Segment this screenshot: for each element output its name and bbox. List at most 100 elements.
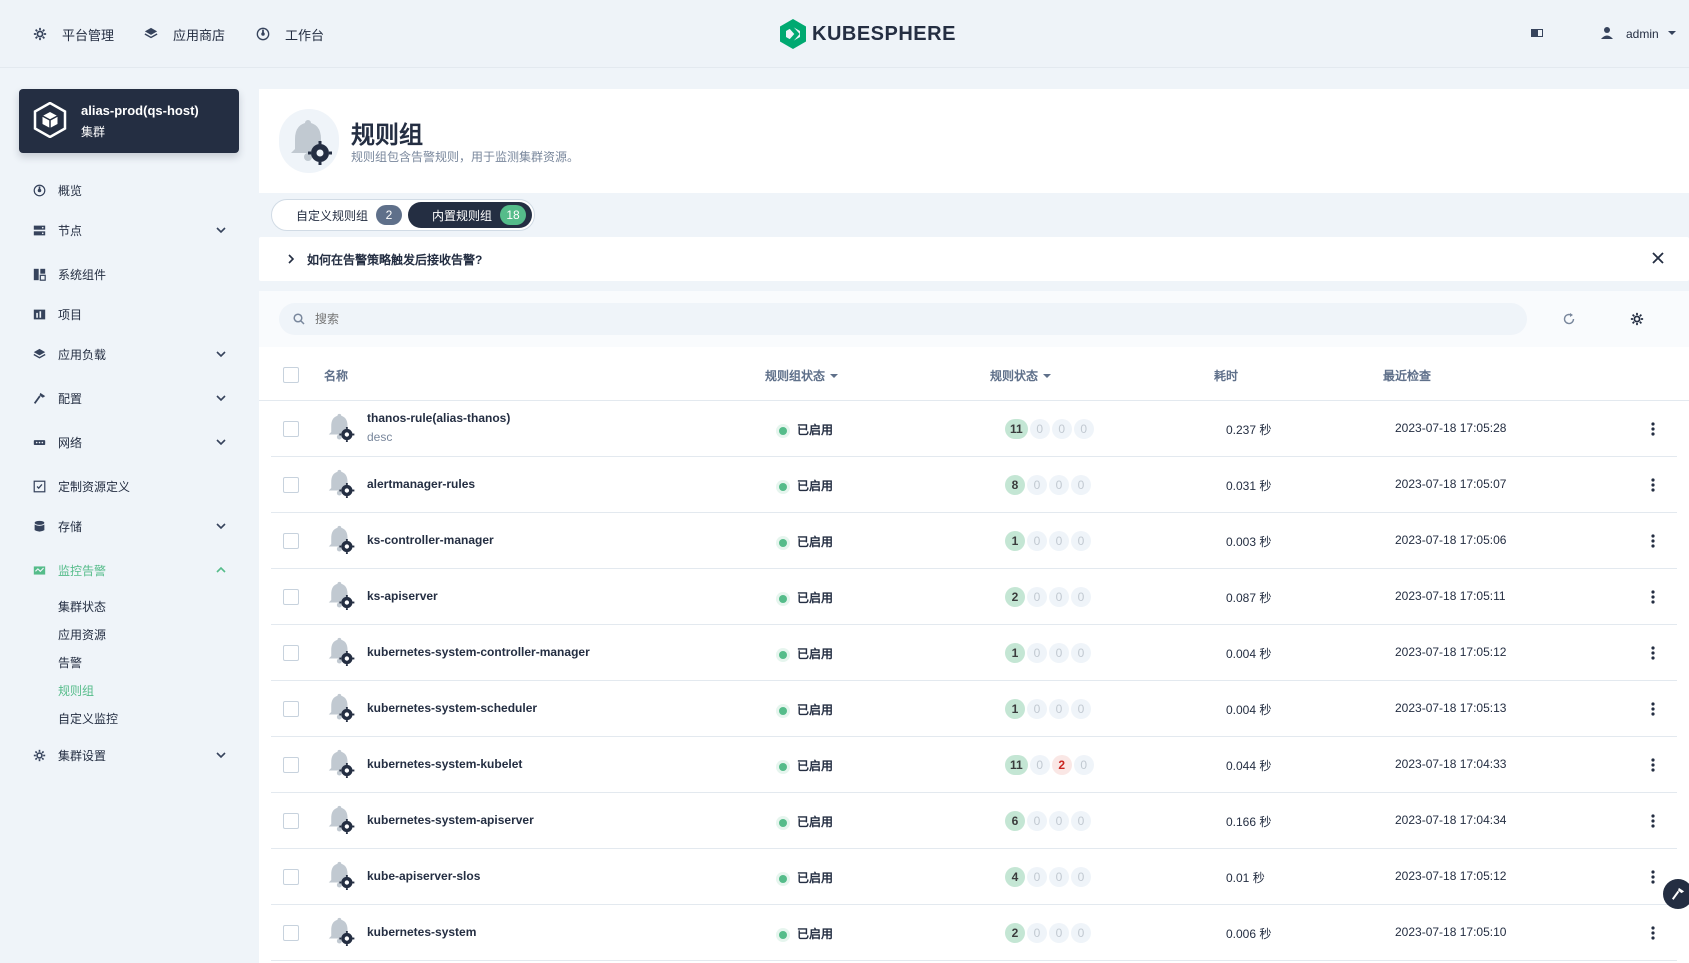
nav-platform[interactable]: 平台管理	[32, 0, 114, 68]
rule-group-name[interactable]: thanos-rule(alias-thanos)	[367, 411, 510, 425]
refresh-button[interactable]	[1559, 309, 1579, 329]
rule-group-name[interactable]: kubernetes-system	[367, 925, 476, 939]
sidebar-item-storage[interactable]: 存储	[32, 515, 228, 537]
more-actions-button[interactable]	[1643, 923, 1663, 943]
table-row[interactable]: kubernetes-system-scheduler 已启用 1000 0.0…	[271, 681, 1677, 737]
more-actions-button[interactable]	[1643, 699, 1663, 719]
last-check: 2023-07-18 17:04:33	[1395, 757, 1507, 771]
kubesphere-logo-icon	[780, 19, 806, 49]
sidebar-item-components[interactable]: 系统组件	[32, 263, 228, 285]
toolbox-button[interactable]	[1663, 879, 1689, 909]
rule-group-name[interactable]: kubernetes-system-apiserver	[367, 813, 534, 827]
row-checkbox[interactable]	[283, 925, 299, 941]
table-row[interactable]: ks-apiserver 已启用 2000 0.087 秒 2023-07-18…	[271, 569, 1677, 625]
sidebar-item-overview[interactable]: 概览	[32, 179, 228, 201]
status-badge: 已启用	[779, 421, 833, 438]
more-actions-button[interactable]	[1643, 643, 1663, 663]
sidebar-item-nodes[interactable]: 节点	[32, 219, 228, 241]
sidebar-item-crd[interactable]: 定制资源定义	[32, 475, 228, 497]
rule-count-badge: 0	[1049, 923, 1069, 943]
sidebar-item-projects[interactable]: 项目	[32, 303, 228, 325]
rule-group-icon	[325, 691, 355, 726]
last-check: 2023-07-18 17:05:12	[1395, 645, 1507, 659]
table-row[interactable]: thanos-rule(alias-thanos) desc 已启用 11 0 0 0…	[271, 401, 1677, 457]
more-actions-button[interactable]	[1643, 587, 1663, 607]
row-checkbox[interactable]	[283, 477, 299, 493]
row-checkbox[interactable]	[283, 645, 299, 661]
sidebar-item-label: 集群设置	[58, 748, 107, 763]
more-vertical-icon	[1651, 590, 1655, 604]
nav-workbench[interactable]: 工作台	[255, 0, 324, 68]
nav-appstore[interactable]: 应用商店	[143, 0, 225, 68]
sidebar-item-network[interactable]: 网络	[32, 431, 228, 453]
tab-label: 内置规则组	[432, 208, 493, 223]
gear-icon	[1630, 312, 1644, 326]
rule-group-name[interactable]: kubernetes-system-kubelet	[367, 757, 522, 771]
user-menu[interactable]: admin	[1600, 0, 1677, 68]
toggle-panel-button[interactable]	[1530, 0, 1544, 68]
rule-count-badge: 2	[1005, 923, 1025, 943]
sidebar-subitem-app-resources[interactable]: 应用资源	[58, 626, 106, 643]
duration: 0.01 秒	[1226, 871, 1265, 885]
sidebar-item-workloads[interactable]: 应用负载	[32, 343, 228, 365]
rule-group-icon	[325, 859, 355, 894]
column-rule-status[interactable]: 规则状态	[990, 367, 1052, 384]
sidebar-item-config[interactable]: 配置	[32, 387, 228, 409]
table-row[interactable]: kubernetes-system-kubelet 已启用 11 0 2 0 0.04…	[271, 737, 1677, 793]
top-bar: 平台管理 应用商店 工作台 KUBESPHERE admin	[0, 0, 1689, 68]
rule-group-name[interactable]: kubernetes-system-scheduler	[367, 701, 537, 715]
sidebar-subitem-rule-groups[interactable]: 规则组	[58, 682, 94, 699]
tab-custom-rule-groups[interactable]: 自定义规则组 2	[274, 202, 408, 228]
tab-builtin-rule-groups[interactable]: 内置规则组 18	[408, 202, 533, 228]
sidebar-item-cluster-settings[interactable]: 集群设置	[32, 744, 228, 766]
cluster-type: 集群	[81, 124, 106, 139]
row-checkbox[interactable]	[283, 421, 299, 437]
tip-text[interactable]: 如何在告警策略触发后接收告警?	[307, 251, 482, 268]
row-checkbox[interactable]	[283, 813, 299, 829]
table-row[interactable]: kube-apiserver-slos 已启用 4000 0.01 秒 2023…	[271, 849, 1677, 905]
more-actions-button[interactable]	[1643, 531, 1663, 551]
sidebar-item-label: 项目	[58, 307, 83, 322]
chevron-up-icon	[216, 566, 226, 573]
row-checkbox[interactable]	[283, 701, 299, 717]
status-label: 已启用	[797, 423, 834, 437]
select-all-checkbox[interactable]	[283, 367, 299, 383]
cluster-card[interactable]: alias-prod(qs-host) 集群	[19, 89, 239, 153]
chevron-right-icon[interactable]	[285, 253, 297, 265]
table-row[interactable]: ks-controller-manager 已启用 1000 0.003 秒 2…	[271, 513, 1677, 569]
more-actions-button[interactable]	[1643, 811, 1663, 831]
rule-group-name[interactable]: ks-controller-manager	[367, 533, 494, 547]
status-badge: 已启用	[779, 701, 833, 718]
sidebar-item-monitoring[interactable]: 监控告警	[32, 559, 228, 581]
table-row[interactable]: kubernetes-system-apiserver 已启用 6000 0.1…	[271, 793, 1677, 849]
row-checkbox[interactable]	[283, 757, 299, 773]
duration: 0.087 秒	[1226, 591, 1272, 605]
close-icon[interactable]	[1651, 251, 1665, 265]
rule-group-name[interactable]: ks-apiserver	[367, 589, 438, 603]
more-actions-button[interactable]	[1643, 755, 1663, 775]
sidebar-subitem-custom-monitoring[interactable]: 自定义监控	[58, 710, 118, 727]
table-row[interactable]: alertmanager-rules 已启用 8000 0.031 秒 2023…	[271, 457, 1677, 513]
table-row[interactable]: kubernetes-system-controller-manager 已启用…	[271, 625, 1677, 681]
more-actions-button[interactable]	[1643, 867, 1663, 887]
rule-count-badge: 0	[1029, 419, 1050, 439]
status-label: 已启用	[797, 871, 834, 885]
user-name: admin	[1626, 27, 1659, 41]
status-badge: 已启用	[779, 645, 833, 662]
rule-group-name[interactable]: kube-apiserver-slos	[367, 869, 480, 883]
table-row[interactable]: kubernetes-system 已启用 2000 0.006 秒 2023-…	[271, 905, 1677, 961]
sidebar-subitem-cluster-status[interactable]: 集群状态	[58, 598, 106, 615]
more-actions-button[interactable]	[1643, 419, 1663, 439]
row-checkbox[interactable]	[283, 869, 299, 885]
row-checkbox[interactable]	[283, 589, 299, 605]
rule-group-name[interactable]: alertmanager-rules	[367, 477, 475, 491]
column-group-status[interactable]: 规则组状态	[765, 367, 839, 384]
kubesphere-logo[interactable]: KUBESPHERE	[780, 18, 956, 50]
rule-group-name[interactable]: kubernetes-system-controller-manager	[367, 645, 590, 659]
table-settings-button[interactable]	[1627, 309, 1647, 329]
layers-icon	[143, 26, 159, 42]
sidebar-subitem-alerts[interactable]: 告警	[58, 654, 82, 671]
row-checkbox[interactable]	[283, 533, 299, 549]
search-input[interactable]	[315, 312, 1495, 326]
more-actions-button[interactable]	[1643, 475, 1663, 495]
